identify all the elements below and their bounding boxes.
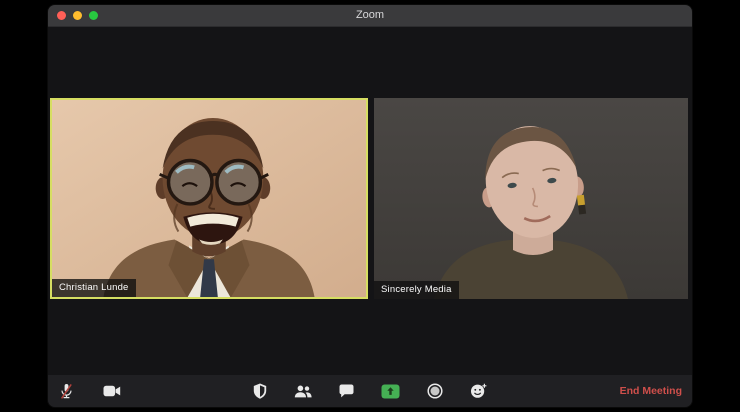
- chat-bubble-icon: [339, 384, 354, 398]
- security-button[interactable]: [253, 383, 267, 399]
- traffic-lights: [57, 5, 98, 26]
- participants-button[interactable]: [294, 385, 312, 398]
- reactions-button[interactable]: [470, 383, 487, 399]
- maximize-button[interactable]: [89, 11, 98, 20]
- security-shield-icon: [253, 383, 267, 399]
- zoom-window: Zoom Christian Lunde Sincerely Media End…: [48, 5, 692, 407]
- microphone-muted-icon: [60, 383, 72, 399]
- close-button[interactable]: [57, 11, 66, 20]
- share-screen-icon: [381, 384, 400, 398]
- reactions-smiley-icon: [471, 383, 487, 398]
- participant-name-label: Sincerely Media: [374, 281, 459, 299]
- window-title: Zoom: [355, 9, 385, 21]
- video-tile-christian-lunde[interactable]: Christian Lunde: [50, 98, 368, 299]
- end-meeting-button[interactable]: End Meeting: [620, 383, 682, 399]
- participants-icon: [294, 385, 312, 397]
- toolbar-center-group: [253, 383, 487, 399]
- share-screen-button[interactable]: [381, 384, 400, 399]
- mute-button[interactable]: [59, 383, 74, 400]
- window-titlebar[interactable]: Zoom: [48, 5, 692, 27]
- record-button[interactable]: [427, 383, 443, 399]
- meeting-toolbar: End Meeting: [48, 375, 692, 407]
- chat-button[interactable]: [339, 384, 354, 398]
- video-camera-icon: [103, 385, 121, 397]
- video-tile-sincerely-media[interactable]: Sincerely Media: [374, 98, 688, 299]
- portrait-sincerely-media: [374, 98, 688, 299]
- meeting-content: Christian Lunde Sincerely Media: [48, 27, 692, 375]
- portrait-christian-lunde: [52, 100, 366, 297]
- stop-video-button[interactable]: [103, 385, 121, 397]
- toolbar-left-group: [59, 383, 121, 400]
- video-grid: Christian Lunde Sincerely Media: [50, 98, 688, 299]
- record-icon: [427, 383, 443, 399]
- minimize-button[interactable]: [73, 11, 82, 20]
- participant-name-label: Christian Lunde: [52, 279, 136, 297]
